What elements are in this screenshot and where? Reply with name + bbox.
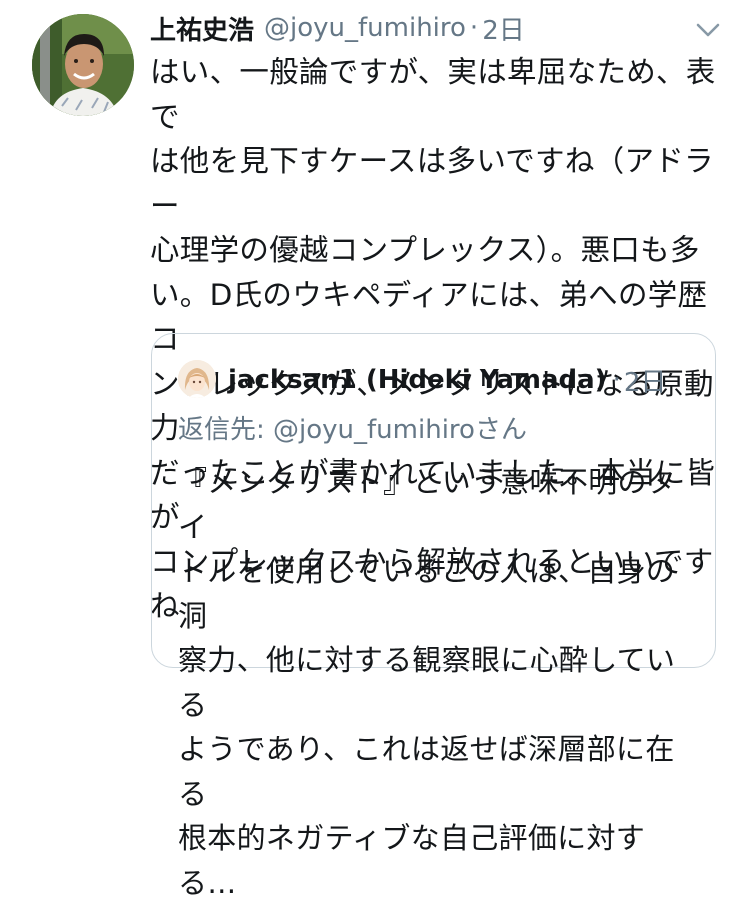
tweet-header: 上祐史浩 @joyu_fumihiro · 2日 (150, 8, 525, 48)
display-name[interactable]: 上祐史浩 (150, 10, 254, 47)
quoted-tweet-header: jacksan1 (Hideki Yamada) · 2日 (228, 360, 666, 400)
tweet-text-line: は他を見下すケースは多いですね（アドラー (150, 144, 714, 223)
reply-mention-link[interactable]: @joyu_fumihiroさん (273, 415, 527, 445)
reply-prefix: 返信先: (178, 415, 274, 445)
quoted-tweet-card[interactable]: jacksan1 (Hideki Yamada) · 2日 返信先: @joyu… (151, 333, 716, 900)
tweet[interactable]: 上祐史浩 @joyu_fumihiro · 2日 はい、一般論ですが、実は卑屈な… (0, 0, 750, 900)
avatar[interactable] (32, 14, 134, 116)
quoted-text-line: 『メンタリスト』という意味不明のタイ (178, 465, 677, 544)
quoted-text-line: 根本的ネガティブな自己評価に対する… (178, 821, 646, 900)
quoted-timestamp: 2日 (623, 367, 667, 398)
reply-to-line: 返信先: @joyu_fumihiroさん (178, 410, 527, 450)
chevron-down-icon[interactable] (690, 16, 726, 44)
tweet-text-line: 心理学の優越コンプレックス）。悪口も多 (150, 233, 700, 267)
quoted-avatar-illustration (178, 360, 216, 398)
quoted-display-name[interactable]: jacksan1 (Hideki Yamada) (228, 365, 607, 395)
quoted-text-line: トルを使用しているこの人は、自身の洞 (178, 554, 676, 633)
quoted-separator-dot: · (612, 365, 621, 395)
tweet-text-line: はい、一般論ですが、実は卑屈なため、表で (150, 55, 716, 134)
quoted-avatar[interactable] (178, 360, 216, 398)
quoted-tweet-text: 『メンタリスト』という意味不明のタイ トルを使用しているこの人は、自身の洞 察力… (178, 460, 698, 905)
quoted-text-line: 察力、他に対する観察眼に心酔している (178, 643, 676, 722)
timestamp[interactable]: 2日 (482, 10, 525, 47)
user-handle[interactable]: @joyu_fumihiro (264, 13, 466, 43)
quoted-text-line: ようであり、これは返せば深層部に在る (178, 732, 675, 811)
avatar-photo (32, 14, 134, 116)
separator-dot: · (469, 13, 479, 43)
